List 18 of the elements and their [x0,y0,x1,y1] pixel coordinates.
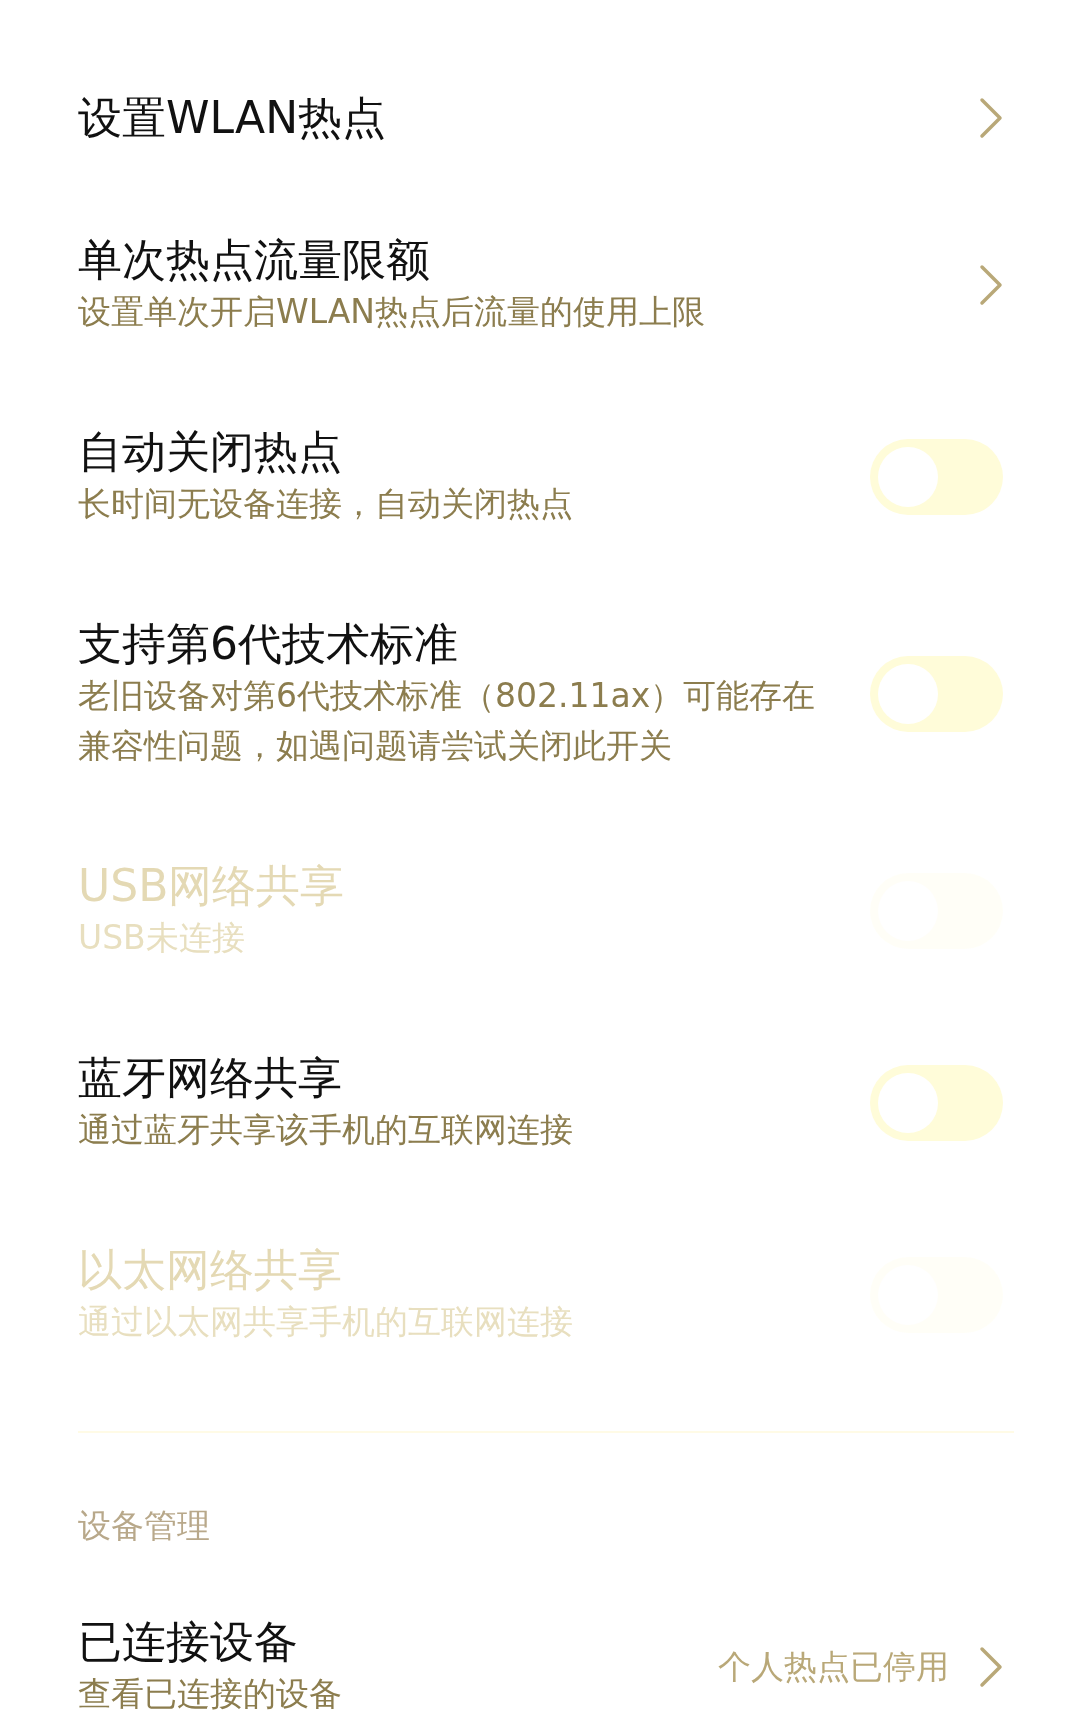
setting-title[interactable]: 设置WLAN热点 [78,91,949,145]
setting-description: 设置单次开启WLAN热点后流量的使用上限 [78,291,707,333]
chevron-right-icon [979,264,1003,306]
setting-title[interactable]: 单次热点流量限额 [78,233,949,287]
setting-description: USB未连接 [78,917,246,959]
setting-description: 通过蓝牙共享该手机的互联网连接 [78,1109,574,1151]
setting-description: 通过以太网共享手机的互联网连接 [78,1301,574,1343]
setting-title[interactable]: 已连接设备 [78,1615,688,1669]
setting-title[interactable]: 蓝牙网络共享 [78,1051,840,1105]
setting-description: 长时间无设备连接，自动关闭热点 [78,483,574,525]
setting-title[interactable]: 支持第6代技术标准 [78,617,840,671]
chevron-right-icon [979,97,1003,139]
chevron-right-icon [979,1646,1003,1688]
section-header: 设备管理 [77,1505,211,1547]
setting-description: 老旧设备对第6代技术标准（802.11ax）可能存在兼容性问题，如遇问题请尝试关闭此开关 [78,675,817,767]
status-value: 个人热点已停用 [718,1645,949,1688]
setting-description: 查看已连接的设备 [78,1673,343,1715]
setting-title[interactable]: 自动关闭热点 [78,425,840,479]
